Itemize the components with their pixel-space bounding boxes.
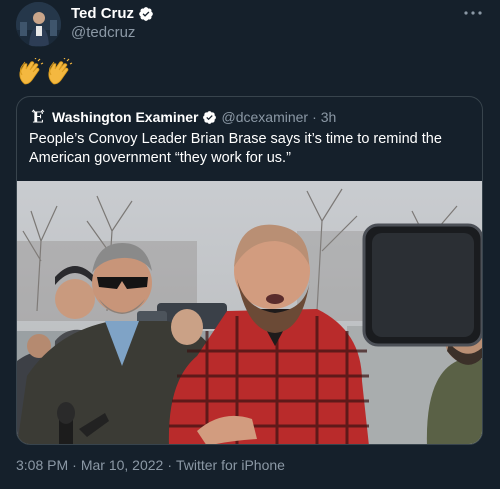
footer-separator: · bbox=[72, 457, 77, 473]
tweet-client[interactable]: Twitter for iPhone bbox=[176, 457, 285, 473]
more-options-icon bbox=[464, 11, 482, 15]
verified-badge-icon bbox=[202, 110, 216, 124]
author-name[interactable]: Ted Cruz bbox=[71, 5, 134, 22]
author-name-row[interactable]: Ted Cruz bbox=[71, 5, 154, 22]
tweet-date[interactable]: Mar 10, 2022 bbox=[81, 457, 164, 473]
tweet-time[interactable]: 3:08 PM bbox=[16, 457, 68, 473]
avatar[interactable] bbox=[16, 2, 61, 47]
footer-separator: · bbox=[167, 457, 172, 473]
tweet-footer: 3:08 PM · Mar 10, 2022 · Twitter for iPh… bbox=[16, 457, 285, 473]
quoted-author-handle[interactable]: @dcexaminer bbox=[222, 109, 309, 125]
tweet: Ted Cruz @tedcruz E Washington Examiner … bbox=[0, 0, 500, 489]
quoted-separator: · bbox=[312, 109, 317, 125]
tweet-text bbox=[16, 58, 73, 88]
clapping-hands-icon bbox=[48, 58, 73, 85]
quoted-tweet-text: People’s Convoy Leader Brian Brase says … bbox=[29, 131, 442, 166]
quoted-timestamp[interactable]: 3h bbox=[321, 109, 337, 125]
quoted-tweet-photo[interactable] bbox=[17, 181, 482, 444]
author-handle[interactable]: @tedcruz bbox=[71, 24, 135, 41]
verified-badge-icon bbox=[139, 6, 153, 21]
quoted-tweet-card[interactable]: E Washington Examiner @dcexaminer · 3h P… bbox=[16, 96, 483, 445]
washington-examiner-logo-icon: E bbox=[29, 108, 47, 126]
clapping-hands-icon bbox=[19, 58, 44, 85]
quoted-tweet-header: E Washington Examiner @dcexaminer · 3h bbox=[29, 107, 336, 127]
more-options-button[interactable] bbox=[462, 3, 484, 23]
svg-text:E: E bbox=[32, 109, 43, 125]
quoted-author-name[interactable]: Washington Examiner bbox=[52, 109, 199, 125]
